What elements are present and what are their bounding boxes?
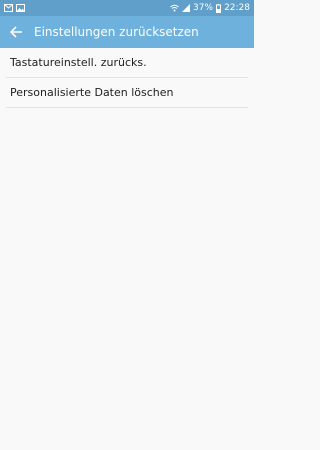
- status-left-icons: [4, 4, 25, 12]
- page-title: Einstellungen zurücksetzen: [34, 25, 199, 39]
- list-item-reset-keyboard-settings[interactable]: Tastatureinstell. zurücks.: [6, 48, 248, 78]
- back-arrow-icon[interactable]: [6, 22, 26, 42]
- list-item-label: Personalisierte Daten löschen: [10, 86, 174, 99]
- list-item-label: Tastatureinstell. zurücks.: [10, 56, 147, 69]
- status-bar: 37% 22:28: [0, 0, 254, 16]
- wifi-icon: [170, 4, 179, 12]
- status-right-icons: 37% 22:28: [170, 3, 250, 13]
- battery-percent: 37%: [193, 3, 214, 13]
- clock: 22:28: [224, 3, 250, 13]
- signal-icon: [182, 4, 191, 12]
- settings-list: Tastatureinstell. zurücks. Personalisier…: [6, 48, 248, 108]
- image-icon: [16, 4, 25, 12]
- battery-icon: [216, 3, 222, 13]
- list-item-delete-personalized-data[interactable]: Personalisierte Daten löschen: [6, 78, 248, 108]
- email-icon: [4, 4, 13, 12]
- app-bar: Einstellungen zurücksetzen: [0, 16, 254, 48]
